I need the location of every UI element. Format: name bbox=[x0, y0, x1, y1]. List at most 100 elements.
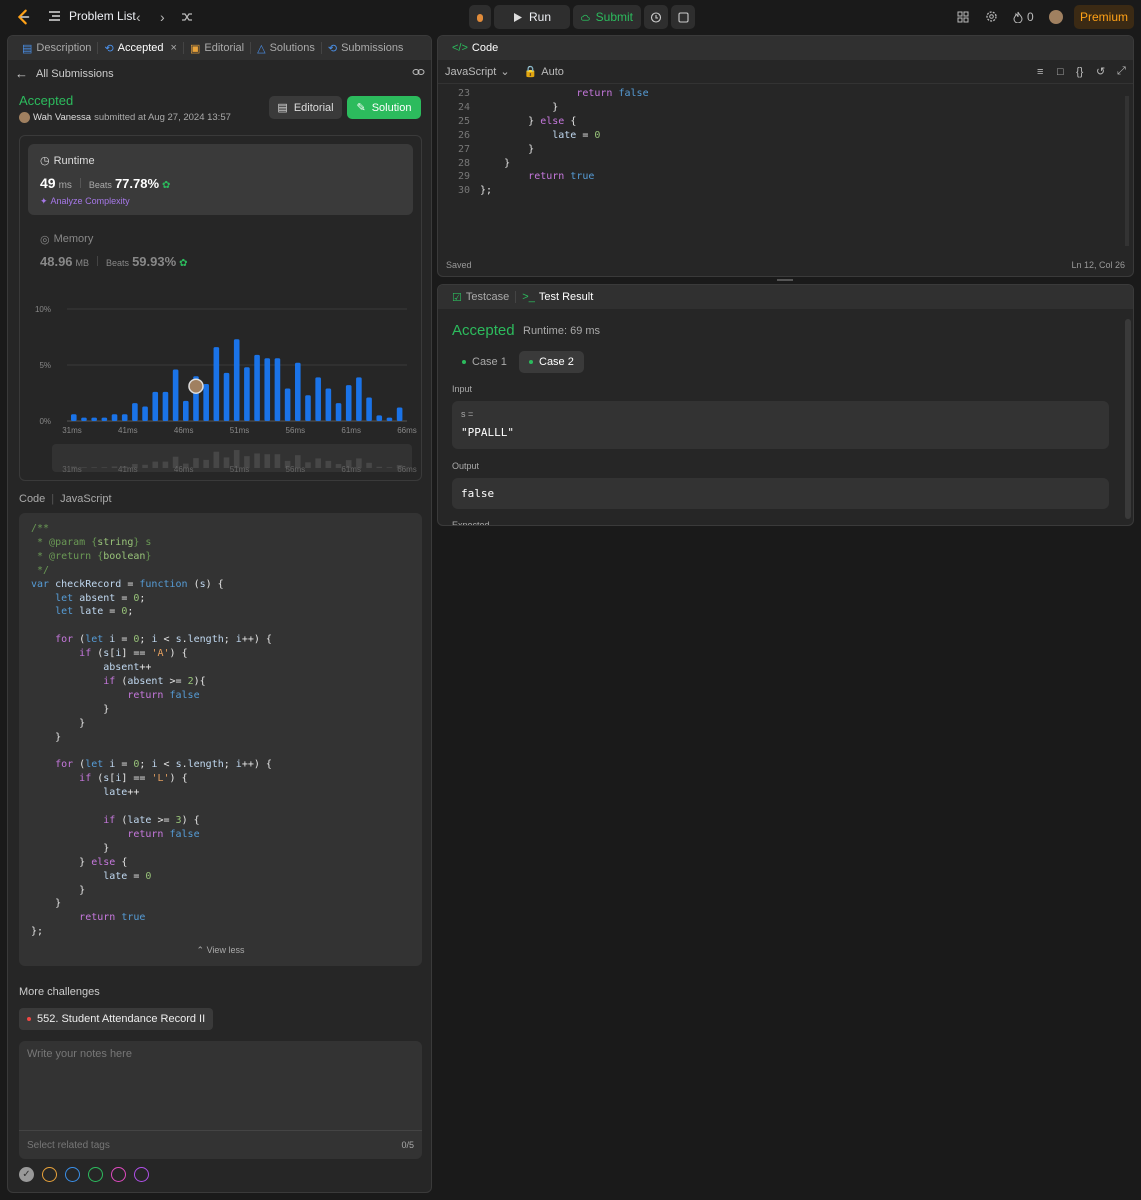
chart-bar[interactable] bbox=[152, 391, 159, 421]
tab-test-result[interactable]: >_ Test Result bbox=[516, 285, 599, 309]
user-avatar[interactable] bbox=[1049, 10, 1063, 24]
layout-icon[interactable] bbox=[957, 11, 969, 23]
streak-counter[interactable]: 0 bbox=[1013, 10, 1034, 24]
chart-bar[interactable] bbox=[244, 367, 250, 421]
format-icon[interactable]: ≡ bbox=[1037, 66, 1043, 78]
view-less-button[interactable]: ⌃ View less bbox=[19, 945, 422, 956]
runtime-distribution-chart[interactable]: 10% 5% 0% 31ms 31ms 41ms 41ms 46ms 46ms 51ms 51ms 5… bbox=[20, 296, 421, 476]
tab-editorial[interactable]: ▣ Editorial bbox=[184, 36, 250, 60]
color-default-check-icon[interactable]: ✓ bbox=[19, 1167, 34, 1182]
notes-button[interactable] bbox=[671, 5, 695, 29]
case-1-label: Case 1 bbox=[472, 356, 507, 368]
case-1-tab[interactable]: Case 1 bbox=[452, 351, 517, 373]
prev-problem-icon[interactable]: ‹ bbox=[136, 9, 141, 25]
mode-auto[interactable]: Auto bbox=[541, 66, 564, 78]
chart-bar[interactable] bbox=[376, 415, 383, 421]
tab-description[interactable]: ▤ Description bbox=[16, 36, 97, 60]
color-blue[interactable] bbox=[65, 1167, 80, 1182]
runtime-beats-label: Beats bbox=[88, 180, 112, 190]
challenge-chip[interactable]: 552. Student Attendance Record II bbox=[19, 1008, 214, 1030]
tab-testcase[interactable]: ☑ Testcase bbox=[446, 285, 515, 309]
chart-bar[interactable] bbox=[172, 369, 179, 421]
chart-bar[interactable] bbox=[284, 388, 291, 421]
color-purple[interactable] bbox=[134, 1167, 149, 1182]
chart-bar[interactable] bbox=[162, 391, 169, 421]
result-scrollbar[interactable] bbox=[1125, 319, 1131, 519]
language-select[interactable]: JavaScript bbox=[445, 66, 496, 78]
chart-bar[interactable] bbox=[101, 417, 108, 421]
notes-box[interactable]: Write your notes here Select related tag… bbox=[19, 1041, 422, 1159]
case-2-tab[interactable]: Case 2 bbox=[519, 351, 584, 373]
chart-bar[interactable] bbox=[325, 388, 332, 421]
chart-bar[interactable] bbox=[345, 385, 352, 421]
history-icon: ⟲ bbox=[104, 42, 114, 55]
chart-bar[interactable] bbox=[315, 377, 321, 421]
chart-bar[interactable] bbox=[223, 372, 230, 421]
reset-icon[interactable]: ↺ bbox=[1096, 65, 1105, 78]
expand-icon[interactable]: ⤢ bbox=[1117, 65, 1126, 78]
chart-bar[interactable] bbox=[386, 417, 393, 421]
chart-bar[interactable] bbox=[396, 407, 403, 421]
chart-bar[interactable] bbox=[274, 358, 281, 421]
submitted-code-block[interactable]: /** * @param {string} s * @return {boole… bbox=[19, 513, 422, 966]
debug-button[interactable] bbox=[469, 5, 491, 29]
next-problem-icon[interactable]: › bbox=[160, 9, 165, 25]
shuffle-icon[interactable] bbox=[181, 11, 193, 23]
chart-bar[interactable] bbox=[183, 400, 189, 421]
chart-bar[interactable] bbox=[264, 358, 271, 421]
chart-bar[interactable] bbox=[71, 414, 77, 421]
chart-bar[interactable] bbox=[366, 397, 372, 421]
problem-list-button[interactable]: Problem List bbox=[48, 9, 136, 23]
chart-x-tick: 61ms bbox=[341, 426, 361, 435]
chart-bar[interactable] bbox=[233, 339, 240, 421]
notes-placeholder[interactable]: Write your notes here bbox=[27, 1048, 132, 1060]
run-button[interactable]: Run bbox=[494, 5, 570, 29]
braces-icon[interactable]: {} bbox=[1076, 66, 1083, 78]
share-link-icon[interactable] bbox=[412, 67, 425, 77]
chart-bar[interactable] bbox=[254, 354, 260, 421]
bookmark-icon[interactable]: □ bbox=[1057, 66, 1064, 78]
leetcode-logo-icon[interactable] bbox=[14, 8, 32, 26]
chart-y-tick: 5% bbox=[39, 361, 51, 370]
tab-accepted[interactable]: ⟲ Accepted × bbox=[98, 36, 183, 60]
submitter-name[interactable]: Wah Vanessa bbox=[33, 112, 91, 123]
color-green[interactable] bbox=[88, 1167, 103, 1182]
chart-bar[interactable] bbox=[305, 395, 311, 421]
select-tags[interactable]: Select related tags bbox=[27, 1140, 110, 1151]
timer-button[interactable] bbox=[644, 5, 668, 29]
chart-bar[interactable] bbox=[213, 347, 220, 421]
editor-code[interactable]: return false } } else { late = 0 } } ret… bbox=[480, 87, 649, 198]
line-number: 25 bbox=[457, 115, 470, 127]
runtime-card[interactable]: ◷ Runtime 49 ms Beats 77.78% ✿ ✦ Analyze C… bbox=[28, 144, 413, 215]
memory-stats[interactable]: 48.96 MB Beats 59.93% ✿ bbox=[40, 254, 188, 269]
all-submissions-link[interactable]: ← All Submissions bbox=[15, 66, 114, 81]
memory-header[interactable]: ◎ Memory bbox=[40, 233, 93, 246]
color-pink[interactable] bbox=[111, 1167, 126, 1182]
color-yellow[interactable] bbox=[42, 1167, 57, 1182]
tab-submissions-label: Submissions bbox=[341, 42, 404, 54]
resize-handle[interactable] bbox=[777, 279, 793, 281]
premium-button[interactable]: Premium bbox=[1074, 5, 1134, 29]
chart-bar[interactable] bbox=[295, 362, 301, 421]
chart-bar[interactable] bbox=[81, 417, 87, 421]
chart-user-marker[interactable] bbox=[188, 378, 204, 394]
editorial-button[interactable]: ▤ Editorial bbox=[269, 96, 342, 119]
close-tab-icon[interactable]: × bbox=[171, 42, 177, 54]
edit-icon: ✎ bbox=[356, 102, 366, 114]
chart-bar[interactable] bbox=[91, 417, 97, 421]
chart-bar[interactable] bbox=[142, 406, 148, 421]
chart-bar[interactable] bbox=[121, 414, 128, 421]
chart-bar[interactable] bbox=[111, 414, 118, 421]
settings-gear-icon[interactable] bbox=[985, 10, 998, 23]
chart-bar[interactable] bbox=[132, 403, 138, 421]
solution-button[interactable]: ✎ Solution bbox=[347, 96, 421, 119]
tab-solutions[interactable]: △ Solutions bbox=[251, 36, 321, 60]
analyze-complexity-link[interactable]: ✦ Analyze Complexity bbox=[40, 196, 130, 207]
editor-scrollbar[interactable] bbox=[1125, 96, 1129, 246]
tab-code[interactable]: </> Code bbox=[446, 36, 504, 60]
chart-bar[interactable] bbox=[203, 384, 209, 421]
tab-submissions[interactable]: ⟲ Submissions bbox=[322, 36, 410, 60]
submit-button[interactable]: Submit bbox=[573, 5, 641, 29]
chart-bar[interactable] bbox=[356, 377, 362, 421]
chart-bar[interactable] bbox=[335, 403, 342, 421]
